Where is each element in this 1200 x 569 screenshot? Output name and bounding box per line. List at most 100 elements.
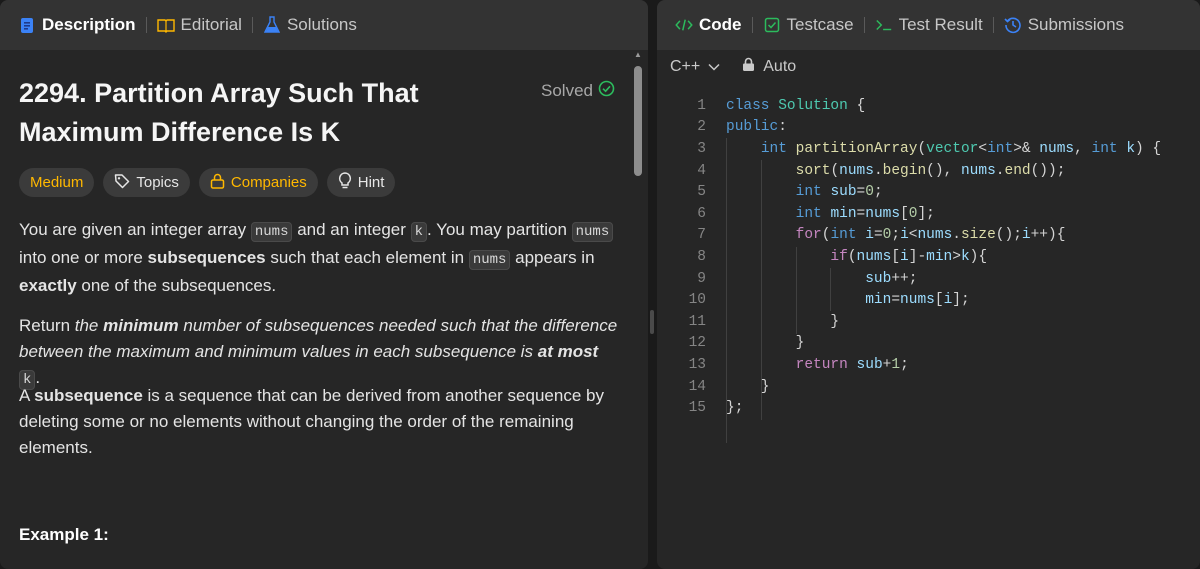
code-line: 3 int partitionArray(vector<int>& nums, … [657, 138, 1161, 160]
code-text: int min=nums[0]; [795, 205, 935, 222]
function-name: size [960, 227, 996, 244]
code-panel: Code Testcase Test Result Submissions C+… [657, 0, 1200, 569]
line-number: 5 [697, 184, 706, 201]
code-line: 8 if(nums[i]-min>k){ [657, 246, 987, 268]
line-number: 11 [688, 313, 706, 330]
text: and an integer [292, 220, 411, 239]
code-line: 1 class Solution { [657, 95, 865, 117]
code-text: class Solution { [726, 97, 866, 114]
variable: nums [839, 162, 874, 179]
tab-solutions[interactable]: Solutions [259, 0, 361, 50]
code-line: 11 } [657, 311, 840, 333]
topics-button[interactable]: Topics [103, 168, 190, 197]
scroll-up-arrow-icon[interactable]: ▲ [634, 50, 642, 60]
function-name: partitionArray [795, 140, 918, 157]
panel-resize-handle[interactable] [650, 310, 654, 334]
control-keyword: for [795, 227, 822, 244]
companies-button[interactable]: Companies [198, 168, 318, 197]
line-number: 6 [697, 205, 706, 222]
hint-button[interactable]: Hint [326, 168, 396, 197]
variable: i [943, 292, 953, 309]
auto-mode-toggle[interactable]: Auto [742, 57, 796, 77]
variable: i [900, 248, 909, 265]
line-number: 2 [697, 119, 706, 136]
keyword: int [795, 184, 822, 201]
auto-mode-label: Auto [763, 58, 797, 75]
code-line: 12 } [657, 333, 805, 355]
function-name: end [1004, 162, 1031, 179]
tab-separator [863, 17, 865, 33]
variable: nums [960, 162, 996, 179]
tab-code[interactable]: Code [671, 0, 746, 50]
variable: sub [830, 184, 857, 201]
number: 0 [865, 184, 874, 201]
tab-submissions[interactable]: Submissions [1000, 0, 1128, 50]
inline-code: nums [468, 250, 511, 270]
code-text: }; [726, 400, 744, 417]
flask-icon [263, 16, 281, 34]
keyword: int [830, 227, 857, 244]
inline-code: nums [571, 222, 614, 242]
tab-test-result[interactable]: Test Result [871, 0, 987, 50]
checkbox-icon [763, 16, 781, 34]
control-keyword: if [830, 248, 848, 265]
line-number: 10 [688, 292, 706, 309]
check-circle-icon [598, 80, 615, 102]
code-text: public: [726, 119, 787, 136]
scroll-thumb[interactable] [634, 66, 642, 176]
code-line: 14 } [657, 376, 770, 398]
function-name: sort [795, 162, 831, 179]
variable: nums [900, 292, 935, 309]
tab-submissions-label: Submissions [1027, 15, 1125, 34]
variable: nums [865, 205, 901, 222]
tab-description[interactable]: Description [14, 0, 140, 50]
line-number: 13 [688, 356, 706, 373]
code-text: } [726, 335, 805, 352]
variable: i [1021, 227, 1031, 244]
variable: sub [865, 270, 892, 287]
text: into one or more [19, 248, 148, 267]
control-keyword: return [795, 356, 848, 373]
solved-label: Solved [541, 81, 593, 100]
language-select[interactable]: C++ [670, 58, 720, 76]
tab-editorial[interactable]: Editorial [153, 0, 246, 50]
inline-code: nums [250, 222, 293, 242]
keyword: int [760, 140, 787, 157]
tab-editorial-label: Editorial [180, 15, 242, 34]
book-icon [156, 16, 175, 34]
code-text: sort(nums.begin(), nums.end()); [795, 162, 1066, 179]
code-icon [675, 16, 693, 34]
variable: min [926, 248, 953, 265]
bold-italic-text: minimum [103, 316, 179, 335]
line-number: 1 [697, 97, 706, 114]
text: . You may partition [427, 220, 572, 239]
keyword: int [795, 205, 822, 222]
tab-solutions-label: Solutions [286, 15, 357, 34]
function-name: begin [882, 162, 927, 179]
code-line: 9 sub++; [657, 268, 917, 290]
line-number: 7 [697, 227, 706, 244]
keyword: int [987, 140, 1014, 157]
variable: min [865, 292, 892, 309]
chevron-down-icon [708, 58, 720, 76]
text: such that each element in [265, 248, 469, 267]
bold-italic-text: at most [537, 342, 599, 361]
right-tabbar: Code Testcase Test Result Submissions [657, 0, 1200, 50]
number: 0 [882, 227, 892, 244]
code-text: for(int i=0;i<nums.size();i++){ [795, 227, 1066, 244]
tab-separator [145, 17, 147, 33]
tab-testcase-label: Testcase [786, 15, 854, 34]
tab-code-label: Code [699, 15, 742, 34]
code-text: } [726, 313, 840, 330]
variable: nums [1039, 140, 1075, 157]
variable: min [830, 205, 857, 222]
variable: nums [856, 248, 892, 265]
history-icon [1004, 16, 1022, 34]
tab-testcase[interactable]: Testcase [759, 0, 858, 50]
bold-text: subsequence [34, 386, 143, 405]
number: 1 [891, 356, 901, 373]
description-scrollbar[interactable]: ▲ [634, 50, 642, 569]
code-editor[interactable]: 1 class Solution { 2 public: 3 int partiti… [657, 95, 1200, 569]
code-line: 10 min=nums[i]; [657, 289, 970, 311]
variable: nums [917, 227, 953, 244]
